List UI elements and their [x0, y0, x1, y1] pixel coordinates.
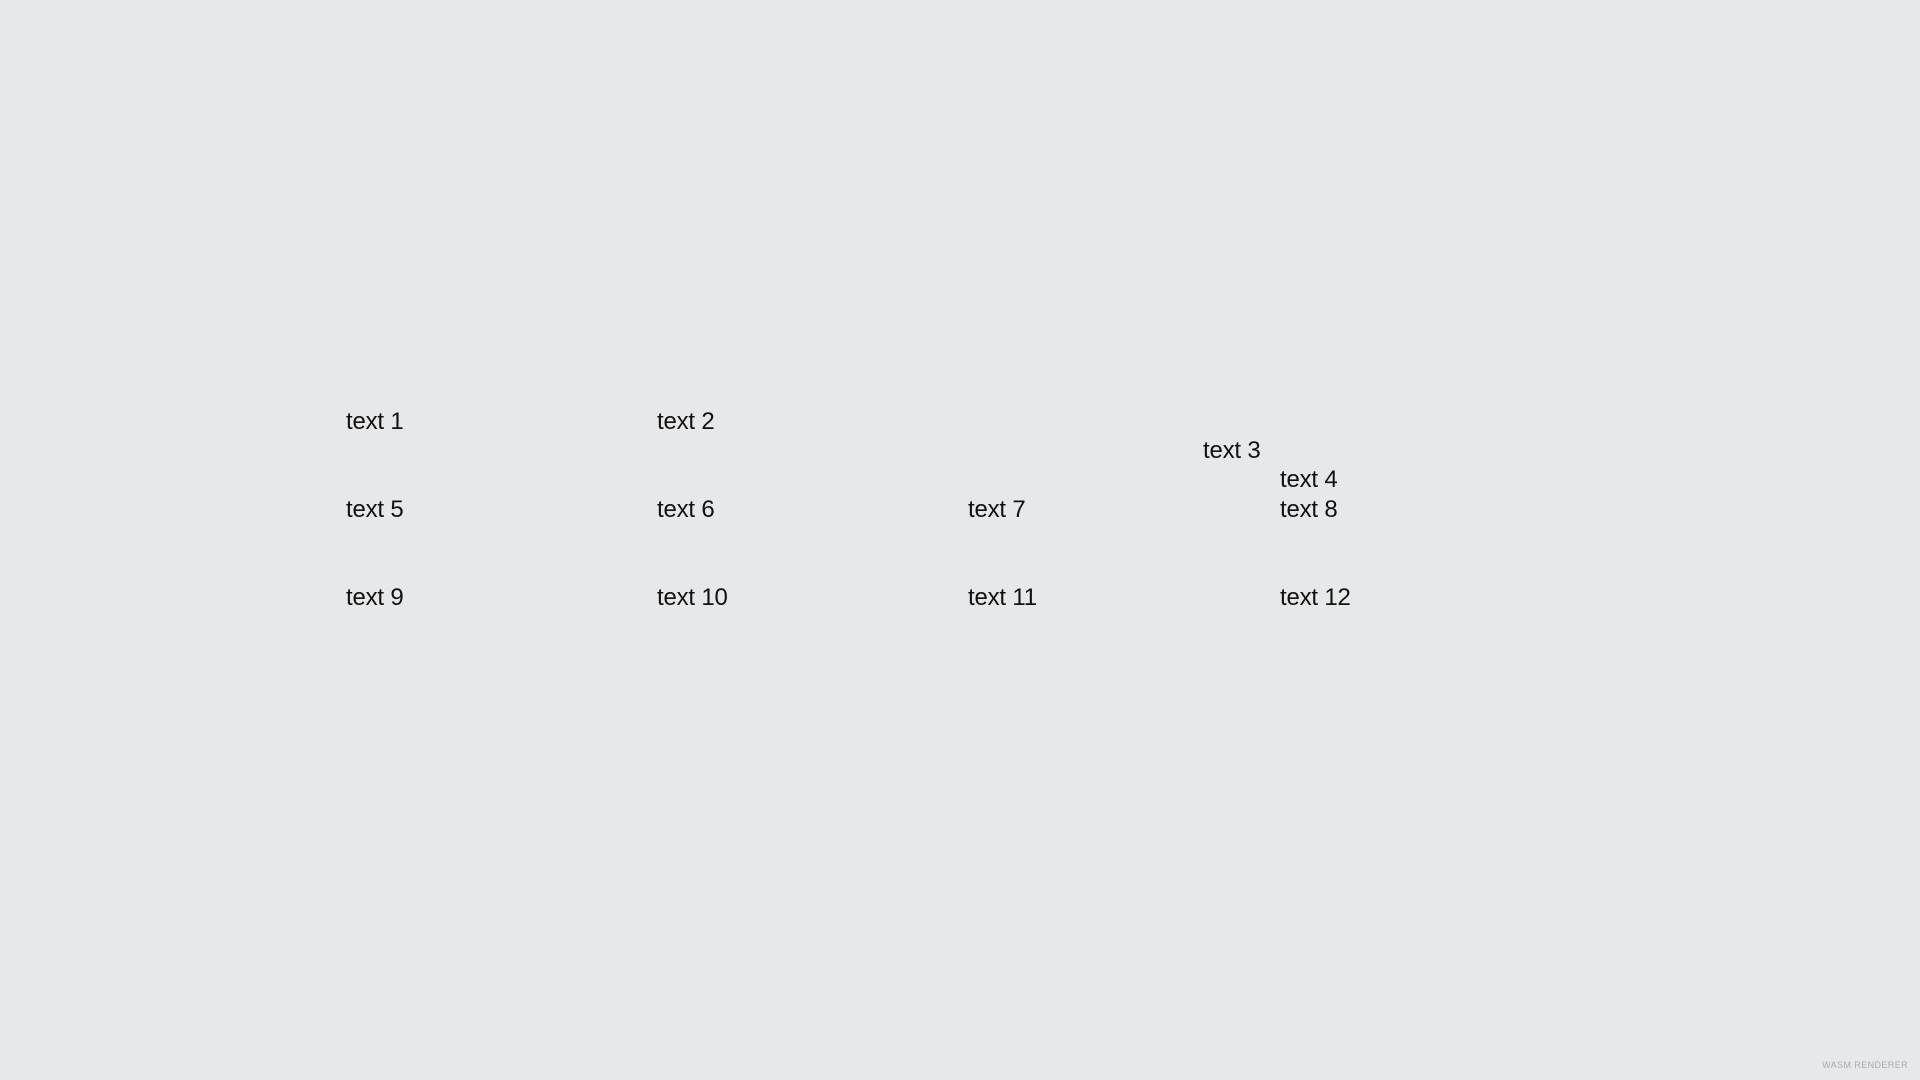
- text-label-12: text 12: [1280, 584, 1351, 611]
- text-label-10: text 10: [657, 584, 728, 611]
- render-canvas: text 1 text 2 text 3 text 4 text 5 text …: [0, 0, 1920, 1080]
- text-label-8: text 8: [1280, 496, 1338, 523]
- text-label-6: text 6: [657, 496, 715, 523]
- text-label-7: text 7: [968, 496, 1026, 523]
- text-label-11: text 11: [968, 584, 1037, 611]
- renderer-watermark: WASM RENDERER: [1822, 1060, 1908, 1070]
- text-label-1: text 1: [346, 408, 404, 435]
- text-label-4: text 4: [1280, 466, 1338, 493]
- text-label-2: text 2: [657, 408, 715, 435]
- text-label-5: text 5: [346, 496, 404, 523]
- text-label-9: text 9: [346, 584, 404, 611]
- text-label-3: text 3: [1203, 437, 1261, 464]
